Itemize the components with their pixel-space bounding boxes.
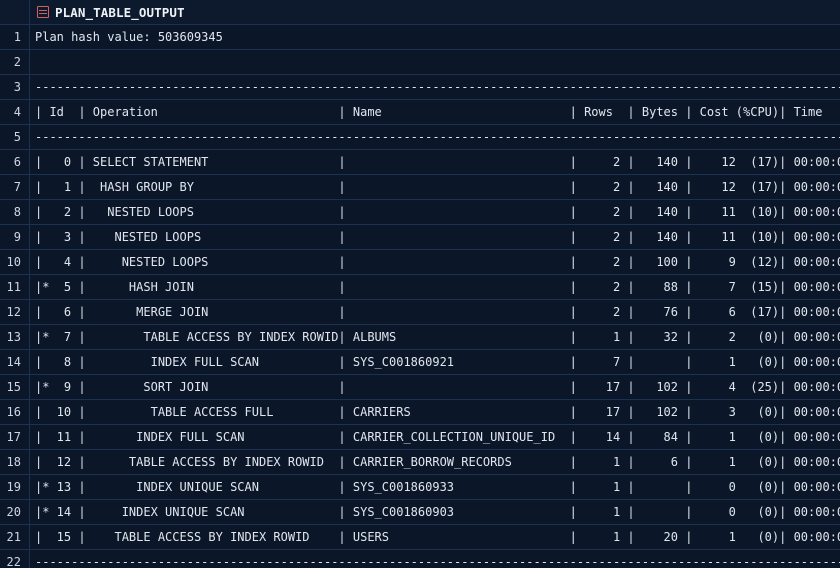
plan-cell[interactable]: |* 5 | HASH JOIN | | 2 | 88 | 7 (15)| 00…	[30, 275, 840, 299]
table-row[interactable]: 13 |* 7 | TABLE ACCESS BY INDEX ROWID| AL…	[0, 325, 840, 350]
table-row[interactable]: 17 | 11 | INDEX FULL SCAN | CARRIER_COLLE…	[0, 425, 840, 450]
row-number-header	[0, 0, 30, 24]
plan-cell[interactable]: | 1 | HASH GROUP BY | | 2 | 140 | 12 (17…	[30, 175, 840, 199]
row-number: 15	[0, 375, 30, 399]
plan-cell[interactable]: ----------------------------------------…	[30, 550, 840, 568]
row-number: 14	[0, 350, 30, 374]
grid-header: PLAN_TABLE_OUTPUT	[0, 0, 840, 25]
row-number: 9	[0, 225, 30, 249]
row-number: 13	[0, 325, 30, 349]
row-number: 16	[0, 400, 30, 424]
row-number: 4	[0, 100, 30, 124]
row-number: 12	[0, 300, 30, 324]
table-row[interactable]: 18 | 12 | TABLE ACCESS BY INDEX ROWID | C…	[0, 450, 840, 475]
row-number: 8	[0, 200, 30, 224]
plan-cell[interactable]: |* 9 | SORT JOIN | | 17 | 102 | 4 (25)| …	[30, 375, 840, 399]
table-row[interactable]: 8 | 2 | NESTED LOOPS | | 2 | 140 | 11 (10…	[0, 200, 840, 225]
plan-cell[interactable]: | Id | Operation | Name | Rows | Bytes |…	[30, 100, 840, 124]
table-row[interactable]: 2	[0, 50, 840, 75]
row-number: 22	[0, 550, 30, 568]
row-number: 19	[0, 475, 30, 499]
plan-cell[interactable]: | 2 | NESTED LOOPS | | 2 | 140 | 11 (10)…	[30, 200, 840, 224]
row-number: 7	[0, 175, 30, 199]
table-row[interactable]: 5 ---------------------------------------…	[0, 125, 840, 150]
row-number: 18	[0, 450, 30, 474]
table-column-icon	[37, 6, 49, 18]
plan-cell[interactable]: |* 14 | INDEX UNIQUE SCAN | SYS_C0018609…	[30, 500, 840, 524]
row-number: 11	[0, 275, 30, 299]
plan-cell[interactable]: |* 13 | INDEX UNIQUE SCAN | SYS_C0018609…	[30, 475, 840, 499]
plan-cell[interactable]: ----------------------------------------…	[30, 125, 840, 149]
table-row[interactable]: 16 | 10 | TABLE ACCESS FULL | CARRIERS | …	[0, 400, 840, 425]
plan-cell[interactable]: | 15 | TABLE ACCESS BY INDEX ROWID | USE…	[30, 525, 840, 549]
table-row[interactable]: 12 | 6 | MERGE JOIN | | 2 | 76 | 6 (17)| …	[0, 300, 840, 325]
grid-rows: 1 Plan hash value: 503609345 2 3 ---------…	[0, 25, 840, 568]
row-number: 1	[0, 25, 30, 49]
row-number: 21	[0, 525, 30, 549]
plan-cell[interactable]: | 3 | NESTED LOOPS | | 2 | 140 | 11 (10)…	[30, 225, 840, 249]
plan-cell[interactable]: ----------------------------------------…	[30, 75, 840, 99]
table-row[interactable]: 15 |* 9 | SORT JOIN | | 17 | 102 | 4 (25)…	[0, 375, 840, 400]
table-row[interactable]: 9 | 3 | NESTED LOOPS | | 2 | 140 | 11 (10…	[0, 225, 840, 250]
table-row[interactable]: 21 | 15 | TABLE ACCESS BY INDEX ROWID | U…	[0, 525, 840, 550]
row-number: 6	[0, 150, 30, 174]
row-number: 10	[0, 250, 30, 274]
plan-cell[interactable]: | 8 | INDEX FULL SCAN | SYS_C001860921 |…	[30, 350, 840, 374]
plan-cell[interactable]: | 11 | INDEX FULL SCAN | CARRIER_COLLECT…	[30, 425, 840, 449]
plan-cell[interactable]: | 6 | MERGE JOIN | | 2 | 76 | 6 (17)| 00…	[30, 300, 840, 324]
plan-cell[interactable]: | 4 | NESTED LOOPS | | 2 | 100 | 9 (12)|…	[30, 250, 840, 274]
table-row[interactable]: 6 | 0 | SELECT STATEMENT | | 2 | 140 | 12…	[0, 150, 840, 175]
column-header[interactable]: PLAN_TABLE_OUTPUT	[55, 5, 185, 20]
row-number: 2	[0, 50, 30, 74]
table-row[interactable]: 11 |* 5 | HASH JOIN | | 2 | 88 | 7 (15)| …	[0, 275, 840, 300]
table-row[interactable]: 22 --------------------------------------…	[0, 550, 840, 568]
row-number: 17	[0, 425, 30, 449]
table-row[interactable]: 19 |* 13 | INDEX UNIQUE SCAN | SYS_C00186…	[0, 475, 840, 500]
table-row[interactable]: 3 ---------------------------------------…	[0, 75, 840, 100]
row-number: 5	[0, 125, 30, 149]
table-row[interactable]: 1 Plan hash value: 503609345	[0, 25, 840, 50]
table-row[interactable]: 7 | 1 | HASH GROUP BY | | 2 | 140 | 12 (1…	[0, 175, 840, 200]
row-number: 20	[0, 500, 30, 524]
plan-cell[interactable]: | 10 | TABLE ACCESS FULL | CARRIERS | 17…	[30, 400, 840, 424]
table-row[interactable]: 10 | 4 | NESTED LOOPS | | 2 | 100 | 9 (12…	[0, 250, 840, 275]
plan-cell[interactable]: Plan hash value: 503609345	[30, 25, 840, 49]
result-grid: PLAN_TABLE_OUTPUT 1 Plan hash value: 5036…	[0, 0, 840, 568]
table-row[interactable]: 14 | 8 | INDEX FULL SCAN | SYS_C001860921…	[0, 350, 840, 375]
table-row[interactable]: 4 | Id | Operation | Name | Rows | Bytes …	[0, 100, 840, 125]
table-row[interactable]: 20 |* 14 | INDEX UNIQUE SCAN | SYS_C00186…	[0, 500, 840, 525]
plan-cell[interactable]	[30, 50, 840, 74]
plan-cell[interactable]: |* 7 | TABLE ACCESS BY INDEX ROWID| ALBU…	[30, 325, 840, 349]
plan-cell[interactable]: | 12 | TABLE ACCESS BY INDEX ROWID | CAR…	[30, 450, 840, 474]
plan-cell[interactable]: | 0 | SELECT STATEMENT | | 2 | 140 | 12 …	[30, 150, 840, 174]
row-number: 3	[0, 75, 30, 99]
